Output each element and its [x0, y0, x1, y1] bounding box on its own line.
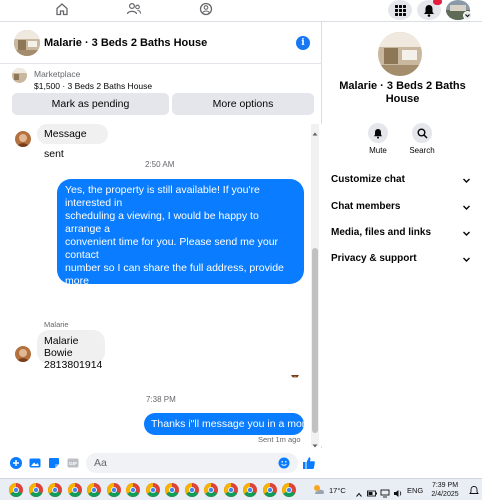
message-line: Yes, the property is still available! If…: [65, 184, 260, 209]
svg-text:GIF: GIF: [69, 461, 77, 467]
browser-app-icon[interactable]: [9, 483, 23, 497]
notification-center-icon[interactable]: [468, 484, 480, 496]
outgoing-message[interactable]: Thanks i"ll message you in a moment: [144, 413, 325, 435]
listing-photo[interactable]: [378, 32, 422, 76]
scrollbar[interactable]: [311, 124, 319, 448]
browser-app-icon[interactable]: [204, 483, 218, 497]
windows-taskbar: 17°C ENG 7:39 PM 2/4/2025: [0, 478, 482, 500]
clock[interactable]: 7:39 PM 2/4/2025: [428, 481, 462, 499]
clock-time: 7:39 PM: [431, 482, 459, 489]
message-line: convenient time for you. Please send me …: [65, 236, 279, 261]
browser-app-icon[interactable]: [126, 483, 140, 497]
row-label: Privacy & support: [331, 253, 417, 264]
chevron-down-icon: [463, 205, 470, 210]
volume-icon[interactable]: [393, 485, 403, 497]
temperature[interactable]: 17°C: [329, 479, 346, 500]
listing-detail[interactable]: $1,500 · 3 Beds 2 Baths House: [34, 81, 152, 91]
browser-app-icon[interactable]: [145, 483, 160, 497]
timestamp: 7:38 PM: [146, 395, 176, 404]
privacy-support-row[interactable]: Privacy & support: [331, 253, 471, 271]
row-label: Chat members: [331, 201, 401, 212]
chevron-down-icon: [463, 257, 470, 262]
contact-avatar[interactable]: [15, 346, 31, 362]
browser-app-icon[interactable]: [106, 483, 121, 497]
language-indicator[interactable]: ENG: [407, 479, 423, 500]
info-title-line: Malarie · 3 Beds 2 Baths: [339, 80, 466, 92]
home-icon[interactable]: [51, 0, 73, 18]
chat-header: Malarie · 3 Beds 2 Baths House i: [0, 22, 322, 64]
gif-icon[interactable]: GIF: [67, 457, 79, 469]
emoji-icon[interactable]: [278, 457, 290, 469]
info-icon[interactable]: i: [296, 36, 310, 50]
mark-as-pending-button[interactable]: Mark as pending: [12, 93, 169, 115]
browser-app-icon[interactable]: [28, 483, 43, 497]
search-label: Search: [409, 146, 435, 155]
message-composer: GIF Aa: [0, 448, 322, 478]
search-button[interactable]: [412, 123, 432, 143]
outgoing-message[interactable]: Yes, the property is still available! If…: [57, 179, 304, 378]
timestamp: 2:50 AM: [145, 160, 175, 169]
gaming-icon[interactable]: [195, 0, 217, 18]
listing-thumbnail[interactable]: [14, 30, 40, 56]
weather-icon[interactable]: [312, 483, 325, 496]
message-input[interactable]: Aa: [86, 453, 298, 473]
message-line: 2813801914: [44, 359, 103, 371]
message-line: Malarie Bowie: [44, 335, 79, 359]
message-line: scheduling a viewing, I would be happy t…: [65, 210, 259, 235]
row-label: Customize chat: [331, 174, 405, 185]
browser-app-icon[interactable]: [223, 483, 238, 497]
scroll-thumb[interactable]: [312, 248, 318, 433]
browser-app-icon[interactable]: [282, 483, 296, 497]
tray-chevron-icon[interactable]: [355, 486, 363, 497]
add-icon[interactable]: [10, 457, 22, 469]
message-line: details about the house, and discuss ava…: [65, 288, 280, 313]
browser-app-icon[interactable]: [87, 483, 101, 497]
browser-app-icon[interactable]: [243, 483, 257, 497]
notifications-icon[interactable]: [417, 0, 442, 20]
network-icon[interactable]: [380, 485, 390, 498]
message-list: Message sent 2:50 AM Yes, the property i…: [0, 124, 325, 446]
chat-info-panel: Malarie · 3 Beds 2 Baths House Mute Sear…: [323, 22, 482, 478]
marketplace-label: Marketplace: [34, 69, 81, 79]
message-bubble[interactable]: Malarie Bowie 2813801914: [37, 330, 105, 371]
media-files-links-row[interactable]: Media, files and links: [331, 227, 471, 245]
message-bubble[interactable]: Message sent: [37, 124, 108, 160]
like-icon[interactable]: [302, 456, 316, 470]
scroll-up-icon[interactable]: [312, 124, 318, 136]
top-nav: [0, 0, 482, 22]
sent-status: Sent 1m ago: [258, 435, 301, 444]
mute-label: Mute: [369, 146, 387, 155]
browser-app-icon[interactable]: [184, 483, 199, 497]
account-chevron-icon[interactable]: [463, 11, 472, 20]
browser-app-icon[interactable]: [165, 483, 179, 497]
read-receipt-avatar: [291, 370, 299, 378]
menu-grid-icon[interactable]: [388, 0, 412, 20]
gallery-icon[interactable]: [29, 457, 41, 469]
info-title: Malarie · 3 Beds 2 Baths House: [323, 80, 482, 106]
scroll-down-icon[interactable]: [312, 436, 318, 448]
row-label: Media, files and links: [331, 227, 432, 238]
chevron-down-icon: [463, 178, 470, 183]
customize-chat-row[interactable]: Customize chat: [331, 174, 471, 192]
clock-date: 2/4/2025: [431, 491, 459, 498]
mute-button[interactable]: [368, 123, 388, 143]
browser-app-icon[interactable]: [262, 483, 277, 497]
notification-badge: [433, 0, 442, 5]
listing-small-thumbnail: [12, 68, 27, 83]
battery-icon[interactable]: [367, 485, 377, 497]
chat-members-row[interactable]: Chat members: [331, 201, 471, 219]
chat-title[interactable]: Malarie · 3 Beds 2 Baths House: [44, 37, 207, 49]
message-line: number so I can share the full address, …: [65, 262, 284, 287]
groups-icon[interactable]: [123, 0, 145, 18]
sender-name: Malarie: [44, 320, 69, 329]
contact-avatar[interactable]: [15, 131, 31, 147]
browser-app-icon[interactable]: [48, 483, 62, 497]
chevron-down-icon: [463, 231, 470, 236]
sticker-icon[interactable]: [48, 457, 60, 469]
more-options-button[interactable]: More options: [172, 93, 314, 115]
info-title-line: House: [385, 93, 420, 105]
browser-app-icon[interactable]: [67, 483, 82, 497]
